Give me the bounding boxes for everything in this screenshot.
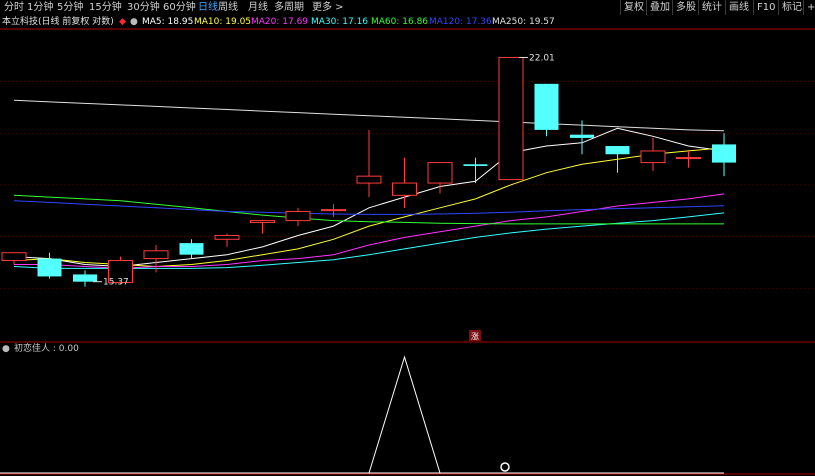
candle-body <box>73 274 97 282</box>
candle-body <box>392 182 417 196</box>
candle-body <box>143 250 169 260</box>
candle-body <box>640 150 666 164</box>
price-annotation: 22.01 <box>529 53 555 63</box>
price-chart: 22.01 15.37 涨 <box>0 28 815 475</box>
candle-body <box>498 56 524 181</box>
candle-body <box>570 134 594 138</box>
cursor-icon <box>500 462 510 472</box>
candle-body <box>1 252 27 262</box>
candle-body <box>712 144 736 163</box>
candle-body <box>179 243 204 255</box>
limit-up-badge-text: 涨 <box>471 331 479 341</box>
candle-body <box>463 164 488 166</box>
candle-body <box>321 209 346 212</box>
candle-body <box>285 210 311 222</box>
indicator-line <box>14 355 724 474</box>
candle-body <box>356 175 382 184</box>
candle-body <box>534 83 559 130</box>
candle-body <box>250 220 275 223</box>
ma-line-ma250 <box>13 99 725 132</box>
candle-body <box>676 157 701 160</box>
indicator-label: 初恋佳人 : 0.00 <box>14 344 79 354</box>
candle-body <box>427 162 453 184</box>
indicator-settings-icon[interactable]: ● <box>2 343 10 356</box>
candle-body <box>605 146 630 155</box>
price-annotation: 15.37 <box>103 278 129 288</box>
candle-body <box>214 235 240 240</box>
ma-line-ma60 <box>13 194 724 225</box>
candle-body <box>37 258 62 277</box>
